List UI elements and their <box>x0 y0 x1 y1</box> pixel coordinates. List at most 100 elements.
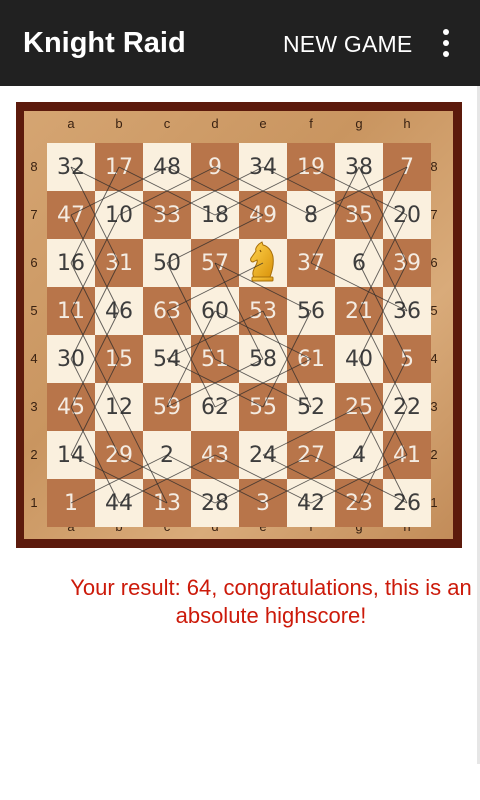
board-square-b8[interactable]: 17 <box>95 143 143 191</box>
board-square-e3[interactable]: 55 <box>239 383 287 431</box>
board-square-e5[interactable]: 53 <box>239 287 287 335</box>
board-square-a8[interactable]: 32 <box>47 143 95 191</box>
board-square-c2[interactable]: 2 <box>143 431 191 479</box>
move-number: 54 <box>153 346 181 372</box>
board-square-f6[interactable]: 37 <box>287 239 335 287</box>
board-square-d5[interactable]: 60 <box>191 287 239 335</box>
board-square-h6[interactable]: 39 <box>383 239 431 287</box>
file-label-top-d: d <box>211 116 219 131</box>
board-square-e1[interactable]: 3 <box>239 479 287 527</box>
move-number: 51 <box>201 346 229 372</box>
board-square-g7[interactable]: 35 <box>335 191 383 239</box>
file-label-top-e: e <box>259 116 267 131</box>
move-number: 38 <box>345 154 373 180</box>
board-square-e4[interactable]: 58 <box>239 335 287 383</box>
board-square-a4[interactable]: 30 <box>47 335 95 383</box>
board-square-e2[interactable]: 24 <box>239 431 287 479</box>
move-number: 12 <box>105 394 133 420</box>
board-square-e8[interactable]: 34 <box>239 143 287 191</box>
board-square-e7[interactable]: 49 <box>239 191 287 239</box>
board-square-c6[interactable]: 50 <box>143 239 191 287</box>
move-number: 7 <box>400 154 414 180</box>
move-number: 37 <box>297 250 325 276</box>
board-square-c1[interactable]: 13 <box>143 479 191 527</box>
move-number: 23 <box>345 490 373 516</box>
board-square-d7[interactable]: 18 <box>191 191 239 239</box>
rank-label-left-2: 2 <box>30 447 38 462</box>
move-number: 24 <box>249 442 277 468</box>
board-square-f8[interactable]: 19 <box>287 143 335 191</box>
app-bar: Knight Raid NEW GAME <box>0 0 480 86</box>
board-square-a1[interactable]: 1 <box>47 479 95 527</box>
move-number: 4 <box>352 442 366 468</box>
move-number: 32 <box>57 154 85 180</box>
board-square-g3[interactable]: 25 <box>335 383 383 431</box>
board-square-d3[interactable]: 62 <box>191 383 239 431</box>
move-number: 1 <box>64 490 78 516</box>
move-number: 2 <box>160 442 174 468</box>
board-square-b7[interactable]: 10 <box>95 191 143 239</box>
board-square-g6[interactable]: 6 <box>335 239 383 287</box>
move-number: 39 <box>393 250 421 276</box>
board-square-a7[interactable]: 47 <box>47 191 95 239</box>
overflow-menu-icon[interactable] <box>438 27 454 59</box>
board-square-d6[interactable]: 57 <box>191 239 239 287</box>
file-label-top-f: f <box>309 116 313 131</box>
board-square-b5[interactable]: 46 <box>95 287 143 335</box>
board-square-h7[interactable]: 20 <box>383 191 431 239</box>
move-number: 50 <box>153 250 181 276</box>
board-square-c8[interactable]: 48 <box>143 143 191 191</box>
board-square-h2[interactable]: 41 <box>383 431 431 479</box>
board-square-d4[interactable]: 51 <box>191 335 239 383</box>
board-square-b1[interactable]: 44 <box>95 479 143 527</box>
move-number: 35 <box>345 202 373 228</box>
board-square-d2[interactable]: 43 <box>191 431 239 479</box>
board-square-h5[interactable]: 36 <box>383 287 431 335</box>
board-square-f3[interactable]: 52 <box>287 383 335 431</box>
move-number: 48 <box>153 154 181 180</box>
move-number: 31 <box>105 250 133 276</box>
board-square-h4[interactable]: 5 <box>383 335 431 383</box>
board-square-b2[interactable]: 29 <box>95 431 143 479</box>
board-square-f5[interactable]: 56 <box>287 287 335 335</box>
board-square-a5[interactable]: 11 <box>47 287 95 335</box>
board-square-f4[interactable]: 61 <box>287 335 335 383</box>
board-square-h1[interactable]: 26 <box>383 479 431 527</box>
board-square-b3[interactable]: 12 <box>95 383 143 431</box>
new-game-button[interactable]: NEW GAME <box>283 31 412 58</box>
board-square-g1[interactable]: 23 <box>335 479 383 527</box>
board-square-h8[interactable]: 7 <box>383 143 431 191</box>
board-square-e6[interactable] <box>239 239 287 287</box>
board-square-a2[interactable]: 14 <box>47 431 95 479</box>
move-number: 27 <box>297 442 325 468</box>
board-square-a6[interactable]: 16 <box>47 239 95 287</box>
board-square-b4[interactable]: 15 <box>95 335 143 383</box>
move-number: 33 <box>153 202 181 228</box>
board-square-f2[interactable]: 27 <box>287 431 335 479</box>
move-number: 62 <box>201 394 229 420</box>
board-square-d1[interactable]: 28 <box>191 479 239 527</box>
move-number: 8 <box>304 202 318 228</box>
board-square-a3[interactable]: 45 <box>47 383 95 431</box>
board-square-g8[interactable]: 38 <box>335 143 383 191</box>
board-square-f1[interactable]: 42 <box>287 479 335 527</box>
board-square-b6[interactable]: 31 <box>95 239 143 287</box>
board-square-c5[interactable]: 63 <box>143 287 191 335</box>
move-number: 58 <box>249 346 277 372</box>
board-square-c4[interactable]: 54 <box>143 335 191 383</box>
move-number: 46 <box>105 298 133 324</box>
move-number: 34 <box>249 154 277 180</box>
board-square-d8[interactable]: 9 <box>191 143 239 191</box>
move-number: 22 <box>393 394 421 420</box>
board-square-f7[interactable]: 8 <box>287 191 335 239</box>
board-square-g2[interactable]: 4 <box>335 431 383 479</box>
board-square-g4[interactable]: 40 <box>335 335 383 383</box>
board-square-h3[interactable]: 22 <box>383 383 431 431</box>
move-number: 11 <box>57 298 85 324</box>
board-square-c3[interactable]: 59 <box>143 383 191 431</box>
board-square-c7[interactable]: 33 <box>143 191 191 239</box>
rank-label-left-7: 7 <box>30 207 38 222</box>
board-square-g5[interactable]: 21 <box>335 287 383 335</box>
move-number: 15 <box>105 346 133 372</box>
move-number: 49 <box>249 202 277 228</box>
